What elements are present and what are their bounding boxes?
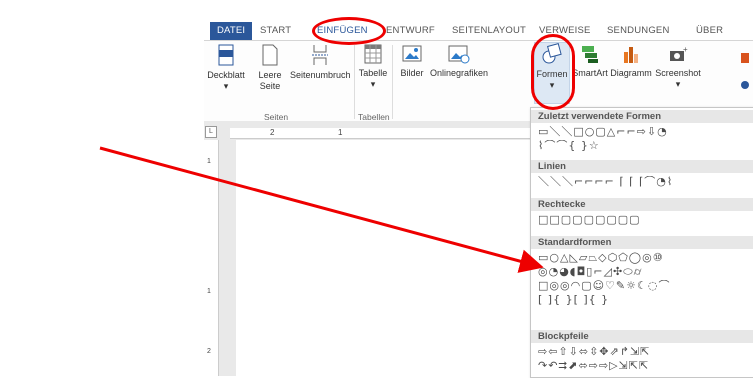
annotation-arrow bbox=[99, 146, 544, 273]
